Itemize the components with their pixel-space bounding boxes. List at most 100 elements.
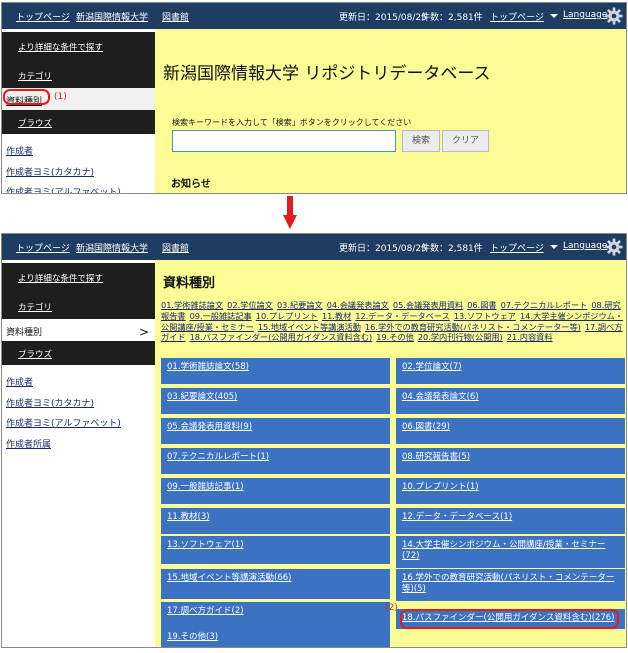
sidebar-category[interactable]: カテゴリ (2, 293, 155, 319)
sidebar-category[interactable]: カテゴリ (2, 62, 155, 88)
item-type-cell[interactable]: 11.教材(3) (161, 508, 390, 534)
item-type-inline-link[interactable]: 05.会議発表用資料 (393, 300, 463, 310)
item-type-cell[interactable]: 04.会議発表論文(6) (396, 388, 625, 414)
sidebar-item-author-alpha[interactable]: 作成者ヨミ(アルファベット) (6, 416, 121, 429)
item-type-inline-link[interactable]: 02.学位論文 (227, 300, 273, 310)
sidebar-item-author[interactable]: 作成者 (6, 144, 33, 157)
page-title: 新潟国際情報大学 リポジトリデータベース (163, 64, 491, 84)
item-type-cell[interactable]: 05.会議発表用資料(9) (161, 418, 390, 444)
search-button[interactable]: 検索 (402, 130, 440, 152)
sidebar-advanced-search[interactable]: より詳細な条件で探す (2, 32, 155, 62)
chevron-down-icon (550, 245, 558, 249)
item-type-inline-link[interactable]: 10.プレプリント (256, 311, 318, 321)
item-type-cell-label[interactable]: 12.データ・データベース(1) (402, 512, 512, 522)
item-type-cell[interactable]: 15.地域イベント等講演活動(66) (161, 569, 390, 599)
item-type-cell[interactable]: 12.データ・データベース(1) (396, 508, 625, 534)
item-type-inline-link[interactable]: 07.テクニカルレポート (501, 300, 588, 310)
item-type-cell-label[interactable]: 19.その他(3) (167, 632, 218, 642)
sidebar-item-author-alpha[interactable]: 作成者ヨミ(アルファベット) (6, 185, 121, 193)
item-type-inline-link[interactable]: 04.会議発表論文 (327, 300, 389, 310)
item-type-cell[interactable]: 07.テクニカルレポート(1) (161, 448, 390, 474)
category-link[interactable]: カテゴリ (18, 70, 52, 82)
item-type-inline-link[interactable]: 19.その他 (376, 332, 414, 342)
sidebar-item-type[interactable]: 資料種別 > (2, 319, 155, 341)
item-type-cell[interactable]: 14.大学主催シンポジウム・公開講座/授業・セミナー(72) (396, 536, 625, 568)
item-type-cell-label[interactable]: 05.会議発表用資料(9) (167, 422, 252, 432)
search-input[interactable] (172, 130, 396, 152)
item-type-cell[interactable]: 10.プレプリント(1) (396, 478, 625, 504)
top-bar: トップページ 新潟国際情報大学 図書館 更新日：2015/08/25 件数：2,… (2, 234, 626, 260)
sidebar-item-author[interactable]: 作成者 (6, 375, 33, 388)
sidebar-advanced-search[interactable]: より詳細な条件で探す (2, 263, 155, 293)
item-type-inline-link[interactable]: 01.学術雑誌論文 (161, 300, 223, 310)
item-type-cell-label[interactable]: 10.プレプリント(1) (402, 482, 479, 492)
top-page-link-right[interactable]: トップページ (490, 10, 544, 23)
item-type-cell[interactable]: 16.学外での教育研究活動(パネリスト・コメンテーター等)(5) (396, 569, 625, 601)
clear-button[interactable]: クリア (442, 130, 489, 152)
university-link[interactable]: 新潟国際情報大学 (76, 241, 148, 254)
item-type-link-list: 01.学術雑誌論文 02.学位論文 03.紀要論文 04.会議発表論文 05.会議発表用… (161, 300, 626, 343)
item-type-cell-label[interactable]: 01.学術雑誌論文(58) (167, 362, 249, 372)
library-link[interactable]: 図書館 (162, 241, 189, 254)
item-type-cell[interactable]: 06.図書(29) (396, 418, 625, 444)
sidebar-browse[interactable]: ブラウズ (2, 110, 155, 134)
search-instructions: 検索キーワードを入力して「検索」ボタンをクリックしてください (172, 118, 412, 127)
item-type-cell[interactable]: 02.学位論文(7) (396, 358, 625, 384)
sidebar-browse[interactable]: ブラウズ (2, 341, 155, 365)
item-type-cell-label[interactable]: 15.地域イベント等講演活動(66) (167, 573, 291, 583)
item-type-cell[interactable]: 01.学術雑誌論文(58) (161, 358, 390, 384)
item-type-inline-link[interactable]: 18.パスファインダー(公開用ガイダンス資料含む) (190, 332, 373, 342)
item-type-inline-link[interactable]: 16.学外での教育研究活動(パネリスト・コメンテーター等) (365, 322, 581, 332)
item-type-cell-label[interactable]: 11.教材(3) (167, 512, 210, 522)
item-type-cell[interactable]: 19.その他(3) (161, 628, 390, 647)
gear-icon[interactable] (605, 238, 623, 256)
item-type-cell-label[interactable]: 09.一般雑誌記事(1) (167, 482, 244, 492)
item-type-cell[interactable]: 09.一般雑誌記事(1) (161, 478, 390, 504)
sidebar-item-author-kana[interactable]: 作成者ヨミ(カタカナ) (6, 165, 94, 178)
item-type-cell-label[interactable]: 16.学外での教育研究活動(パネリスト・コメンテーター等)(5) (402, 573, 614, 594)
item-type-cell[interactable]: 13.ソフトウェア(1) (161, 536, 390, 564)
sidebar-item-author-kana[interactable]: 作成者ヨミ(カタカナ) (6, 396, 94, 409)
item-type-cell[interactable]: 08.研究報告書(5) (396, 448, 625, 474)
language-link[interactable]: Language (563, 10, 607, 20)
updated-date: 更新日：2015/08/25 (339, 244, 427, 254)
gear-icon[interactable] (605, 7, 623, 25)
sidebar-item-author-affiliation[interactable]: 作成者所属 (6, 437, 51, 450)
category-link[interactable]: カテゴリ (18, 301, 52, 313)
item-type-cell-label[interactable]: 08.研究報告書(5) (402, 452, 470, 462)
item-type-inline-link[interactable]: 06.図書 (467, 300, 496, 310)
item-type-cell-label[interactable]: 13.ソフトウェア(1) (167, 540, 244, 550)
item-type-cell-label[interactable]: 04.会議発表論文(6) (402, 392, 479, 402)
item-type-cell-label[interactable]: 02.学位論文(7) (402, 362, 462, 372)
item-type-inline-link[interactable]: 21.内容資料 (507, 332, 553, 342)
browse-link[interactable]: ブラウズ (18, 117, 52, 129)
item-type-cell-label[interactable]: 07.テクニカルレポート(1) (167, 452, 269, 462)
screen-before: トップページ 新潟国際情報大学 図書館 更新日：2015/08/25 件数：2,… (1, 2, 627, 194)
university-link[interactable]: 新潟国際情報大学 (76, 10, 148, 23)
top-page-link[interactable]: トップページ (16, 10, 70, 23)
item-type-cell-label[interactable]: 14.大学主催シンポジウム・公開講座/授業・セミナー(72) (402, 540, 605, 561)
browse-link[interactable]: ブラウズ (18, 348, 52, 360)
item-type-cell-label[interactable]: 06.図書(29) (402, 422, 450, 432)
item-type-cell-label[interactable]: 17.調べ方ガイド(2) (167, 606, 244, 616)
advanced-search-link[interactable]: より詳細な条件で探す (18, 41, 103, 53)
item-type-inline-link[interactable]: 09.一般雑誌記事 (190, 311, 252, 321)
advanced-search-link[interactable]: より詳細な条件で探す (18, 272, 103, 284)
updated-date: 更新日：2015/08/25 (339, 13, 427, 23)
top-page-link[interactable]: トップページ (16, 241, 70, 254)
item-type-cell-label[interactable]: 03.紀要論文(405) (167, 392, 237, 402)
item-type-inline-link[interactable]: 13.ソフトウェア (454, 311, 516, 321)
item-type-inline-link[interactable]: 11.教材 (322, 311, 351, 321)
annotation-label-1: (1) (54, 92, 67, 102)
item-type-inline-link[interactable]: 15.地域イベント等講演活動 (258, 322, 361, 332)
library-link[interactable]: 図書館 (162, 10, 189, 23)
top-page-link-right[interactable]: トップページ (490, 241, 544, 254)
arrow-down-icon (283, 196, 297, 229)
item-type-inline-link[interactable]: 20.学内刊行物(公開用) (418, 332, 503, 342)
item-type-label[interactable]: 資料種別 (6, 325, 42, 338)
chevron-right-icon: > (138, 325, 149, 339)
language-link[interactable]: Language (563, 241, 607, 251)
item-type-inline-link[interactable]: 12.データ・データベース (355, 311, 450, 321)
item-type-cell[interactable]: 03.紀要論文(405) (161, 388, 390, 414)
item-type-inline-link[interactable]: 03.紀要論文 (277, 300, 323, 310)
